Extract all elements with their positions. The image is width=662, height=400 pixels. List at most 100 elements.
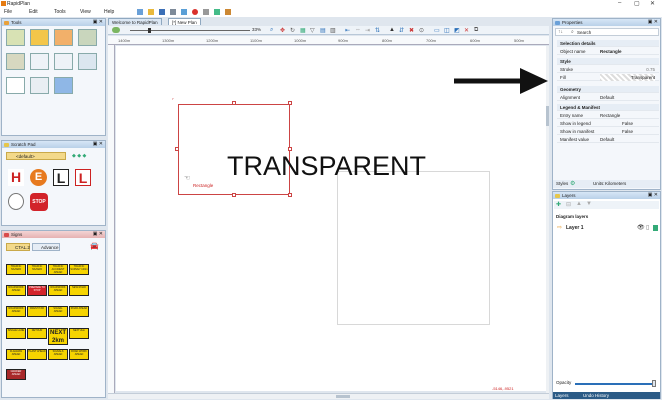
menu-edit[interactable]: Edit: [29, 9, 38, 15]
align-right-icon[interactable]: ⇥: [365, 27, 370, 34]
align-left-icon[interactable]: ⇤: [345, 27, 350, 34]
tool-line-icon[interactable]: [78, 53, 97, 70]
hospital-sign-icon[interactable]: H: [8, 169, 24, 186]
circle-sign-icon[interactable]: [8, 193, 24, 210]
panel-close-icon[interactable]: ▣ ✕: [648, 192, 658, 199]
vertical-scroll-thumb[interactable]: [546, 106, 549, 126]
panel-close-icon[interactable]: ▣ ✕: [93, 141, 103, 148]
layer-up-icon[interactable]: ▲: [576, 201, 582, 207]
sign-tile[interactable]: SINGLE LANE: [6, 328, 26, 339]
filter-icon[interactable]: ▽: [310, 27, 315, 34]
sign-tile[interactable]: SIGNAL AHEAD: [48, 306, 68, 317]
sign-tile[interactable]: TRAFFIC ACCIDENT AHEAD: [48, 264, 68, 275]
tab-new-plan[interactable]: [*] New Plan: [168, 18, 201, 25]
tool-text-icon[interactable]: [54, 53, 73, 70]
sign-tile[interactable]: SIGNALS AHEAD: [48, 349, 68, 360]
prop-stroke[interactable]: Stroke 0.75: [557, 66, 659, 73]
tab-layers[interactable]: Layers: [555, 392, 569, 399]
zoom-in-icon[interactable]: ⌕: [270, 27, 273, 34]
vehicle-icon[interactable]: 🚘: [90, 242, 99, 250]
sign-tile[interactable]: TRAFFIC HAZARD: [6, 264, 26, 275]
sign-tile[interactable]: TRAFFIC HAZARD: [27, 264, 47, 275]
minimize-button[interactable]: –: [618, 0, 621, 6]
delete-icon[interactable]: ✖: [409, 27, 414, 34]
tool-vehicle-icon[interactable]: [78, 29, 97, 46]
styles-icon[interactable]: ⚙: [570, 180, 575, 188]
sign-tile[interactable]: NEW ROAD: [69, 285, 89, 296]
table-view-icon[interactable]: ▥: [330, 27, 336, 34]
sign-tile[interactable]: DETOUR: [27, 328, 47, 339]
prop-show-in-legend[interactable]: Show in legend False: [557, 120, 659, 127]
sign-tile[interactable]: FLAGMAN AHEAD: [6, 349, 26, 360]
resize-handle-bottom-right[interactable]: [288, 193, 292, 197]
tool-image-icon[interactable]: [54, 77, 73, 94]
signs-tab-ctal[interactable]: CTAL.2: [6, 243, 30, 251]
red-l-plate-icon[interactable]: L: [75, 169, 91, 186]
lock-layer-icon[interactable]: ▯: [646, 224, 649, 231]
layout-icon[interactable]: ▤: [320, 27, 326, 34]
selected-rectangle[interactable]: [178, 104, 290, 195]
horizontal-scroll-thumb[interactable]: [336, 395, 350, 398]
prop-entry-name[interactable]: Entry name Rectangle: [557, 112, 659, 119]
print-icon[interactable]: [170, 9, 176, 15]
panel-close-icon[interactable]: ▣ ✕: [93, 231, 103, 238]
tool-sign-icon[interactable]: [30, 29, 49, 46]
sign-tile[interactable]: PLANT AHEAD: [27, 349, 47, 360]
sign-tile[interactable]: ROADWORK AHEAD: [6, 285, 26, 296]
menu-file[interactable]: File: [4, 9, 12, 15]
prop-object-name[interactable]: Object name Rectangle: [557, 48, 659, 55]
help-icon[interactable]: [214, 9, 220, 15]
lock-icon[interactable]: ⊙: [419, 27, 424, 34]
align-center-icon[interactable]: ⇔: [355, 27, 361, 33]
opacity-slider-thumb[interactable]: [652, 380, 656, 387]
close-button[interactable]: ✕: [650, 0, 655, 7]
prop-manifest-value[interactable]: Manifest value Default: [557, 136, 659, 143]
resize-handle-bottom[interactable]: [232, 193, 236, 197]
prop-fill[interactable]: Fill Transparent: [557, 74, 659, 81]
properties-search-input[interactable]: Search: [577, 30, 591, 35]
layer-color-icon[interactable]: [653, 225, 658, 231]
scratch-arrows-icon[interactable]: ◆ ◆ ◆: [72, 153, 86, 159]
move-icon[interactable]: ✥: [280, 27, 285, 34]
tool-rectangle-icon[interactable]: [6, 77, 25, 94]
layer-row[interactable]: ⇨ Layer 1 👁 ▯: [554, 224, 659, 232]
sign-tile[interactable]: NEXT 2km: [69, 328, 89, 339]
save-icon[interactable]: [159, 9, 165, 15]
remove-icon[interactable]: ✕: [464, 27, 469, 34]
resize-handle-left[interactable]: [175, 147, 179, 151]
stop-icon[interactable]: [192, 9, 198, 15]
tab-undo-history[interactable]: Undo History: [583, 392, 609, 399]
sign-tile[interactable]: GRADER AHEAD: [6, 369, 26, 380]
export-icon[interactable]: [181, 9, 187, 15]
distribute-icon[interactable]: ⇵: [399, 27, 404, 34]
sign-tile[interactable]: ROADWORK AHEAD: [6, 306, 26, 317]
zoom-slider-thumb[interactable]: [148, 28, 151, 33]
sort-icon[interactable]: ↑↓: [558, 29, 563, 35]
resize-handle-top-right[interactable]: [288, 101, 292, 105]
stop-sign-icon[interactable]: STOP: [30, 193, 48, 211]
info-icon[interactable]: [225, 9, 231, 15]
resize-handle-right[interactable]: [288, 147, 292, 151]
grid-icon[interactable]: ▦: [300, 27, 306, 34]
layer-name[interactable]: Layer 1: [566, 225, 584, 231]
emergency-sign-icon[interactable]: E: [30, 169, 47, 186]
transparent-rectangle[interactable]: [337, 171, 490, 325]
signs-tab-advance[interactable]: Advance: [32, 243, 60, 251]
front-icon[interactable]: ◩: [454, 27, 460, 34]
tool-cones-icon[interactable]: [54, 29, 73, 46]
section-legend-manifest[interactable]: Legend & Manifest: [557, 104, 659, 111]
prop-alignment[interactable]: Alignment Default: [557, 94, 659, 101]
tool-barrier-icon[interactable]: [6, 53, 25, 70]
scratch-pad-select[interactable]: <default>: [6, 152, 66, 160]
group-icon[interactable]: ▭: [434, 27, 440, 34]
visibility-eye-icon[interactable]: 👁: [637, 224, 645, 231]
copy-icon[interactable]: ⧉: [474, 27, 478, 34]
new-icon[interactable]: [137, 9, 143, 15]
transparent-text[interactable]: TRANSPARENT: [227, 152, 426, 177]
sign-tile[interactable]: TRAFFIC SURVEY 100m: [69, 264, 89, 275]
sign-tile[interactable]: PREPARE TO STOP: [27, 285, 47, 296]
flip-icon[interactable]: ⇅: [375, 27, 380, 34]
open-icon[interactable]: [148, 9, 154, 15]
l-plate-icon[interactable]: L: [53, 169, 69, 186]
sign-tile[interactable]: ROAD WORK AHEAD: [69, 349, 89, 360]
